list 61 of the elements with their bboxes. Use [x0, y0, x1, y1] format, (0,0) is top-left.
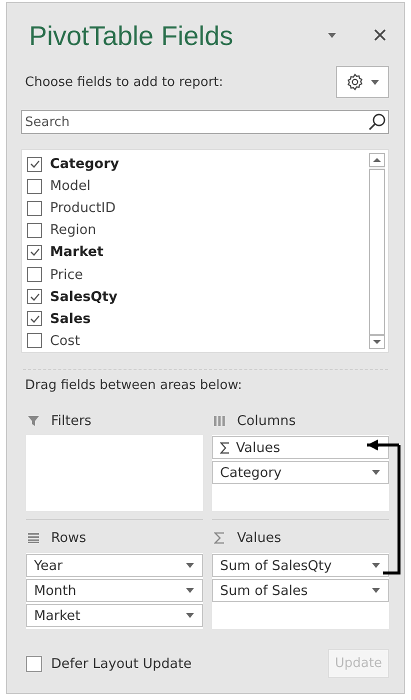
check-icon [30, 314, 40, 323]
search-field[interactable]: Search [21, 110, 389, 134]
checkbox[interactable] [26, 656, 42, 672]
field-name[interactable]: Sales [50, 310, 91, 327]
area-field-item[interactable]: Sum of SalesQty [212, 554, 389, 577]
field-name[interactable]: Model [50, 178, 91, 194]
checkbox[interactable] [27, 200, 42, 216]
check-icon [30, 160, 40, 168]
sigma-icon [214, 532, 225, 544]
checkbox[interactable] [27, 156, 42, 172]
checkbox[interactable] [27, 311, 42, 326]
area-field-item[interactable]: Market [26, 604, 203, 627]
prompt-text: Choose fields to add to report: [25, 74, 224, 90]
caret-icon [371, 80, 379, 84]
defer-label[interactable]: Defer Layout Update [51, 656, 192, 672]
filter-icon [28, 415, 39, 427]
field-name[interactable]: ProductID [50, 200, 116, 216]
scrollbar[interactable] [369, 153, 385, 349]
area-title: Columns [237, 413, 296, 429]
checkbox[interactable] [27, 244, 42, 260]
scroll-up-button[interactable] [369, 153, 385, 167]
caret-icon [186, 563, 194, 568]
caret-icon [186, 588, 194, 593]
checkbox[interactable] [27, 178, 42, 194]
field-name[interactable]: Price [50, 266, 83, 283]
drop-area[interactable]: Year Month Market [26, 553, 203, 629]
area-field-item[interactable]: Values [212, 436, 389, 459]
sigma-icon [220, 442, 230, 454]
field-name[interactable]: Category [50, 156, 120, 172]
area-title: Rows [51, 530, 86, 546]
field-name[interactable]: Market [50, 244, 104, 260]
scroll-down-button[interactable] [369, 335, 385, 349]
columns-icon [214, 415, 225, 427]
search-icon[interactable] [368, 113, 386, 131]
checkbox[interactable] [27, 222, 42, 238]
area-field-item[interactable]: Month [26, 579, 203, 602]
scroll-thumb[interactable] [369, 169, 385, 335]
pane-title: PivotTable Fields [28, 20, 234, 52]
check-icon [30, 248, 40, 256]
area-title: Filters [51, 413, 92, 429]
drop-area[interactable]: Sum of SalesQty Sum of Sales [212, 553, 389, 629]
field-name[interactable]: Region [50, 222, 96, 238]
caret-icon [372, 588, 380, 593]
checkbox[interactable] [27, 289, 42, 304]
dropdown-caret-icon[interactable] [328, 32, 336, 38]
checkbox[interactable] [27, 333, 42, 348]
field-name[interactable]: SalesQty [50, 288, 118, 305]
gear-icon [345, 72, 365, 92]
field-name[interactable]: Cost [50, 332, 80, 349]
area-field-item[interactable]: Sum of Sales [212, 579, 389, 602]
area-field-item[interactable]: Year [26, 554, 203, 577]
area-title: Values [237, 530, 282, 546]
rows-icon [28, 532, 39, 544]
checkbox[interactable] [27, 267, 42, 282]
hint-text: Drag fields between areas below: [24, 377, 244, 395]
area-field-item[interactable]: Category [212, 461, 389, 484]
caret-icon [186, 613, 194, 618]
check-icon [30, 292, 40, 301]
tools-button[interactable] [336, 66, 389, 98]
close-icon[interactable] [374, 29, 386, 41]
drop-area[interactable]: Values Category [212, 435, 389, 511]
